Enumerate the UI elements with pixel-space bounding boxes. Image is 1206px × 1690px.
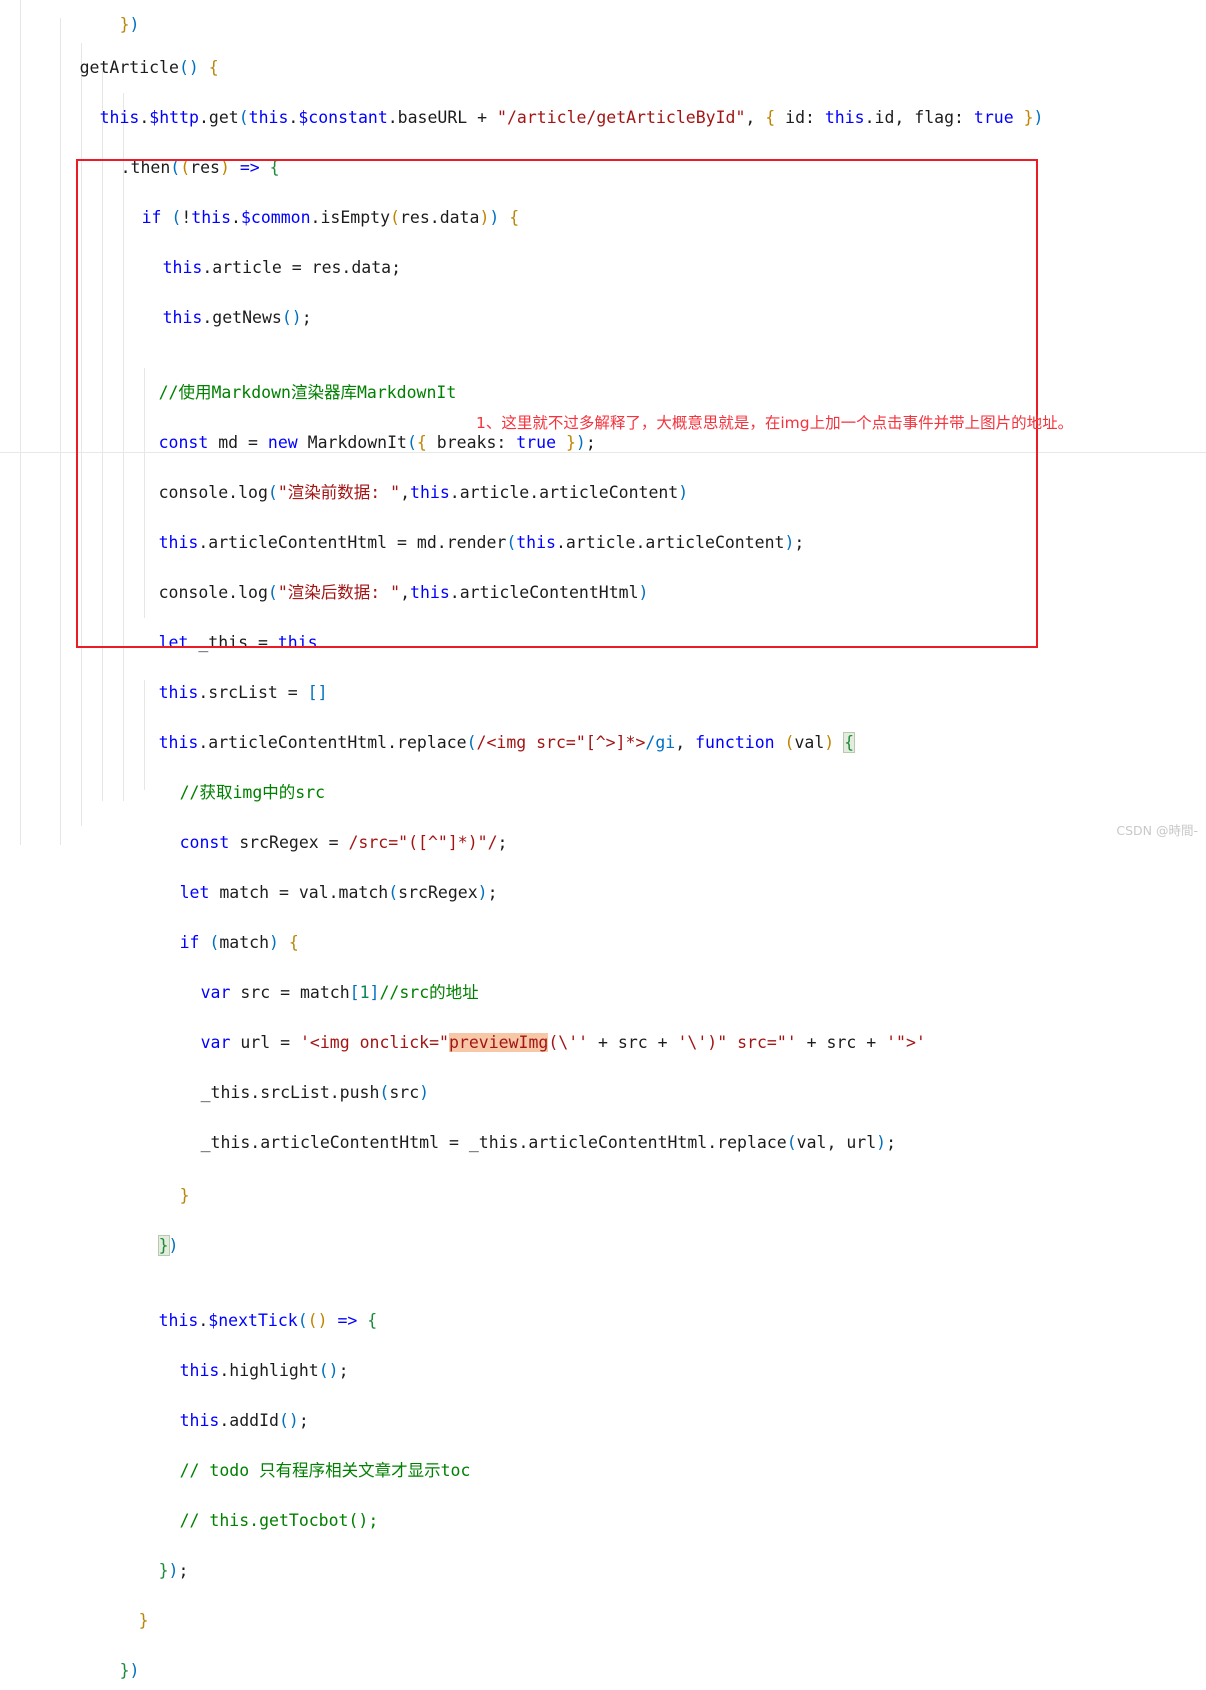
code-line: this.articleContentHtml = md.render(this… [158,533,805,552]
code-line: //使用Markdown渲染器库MarkdownIt [158,383,457,402]
code-line: this.article = res.data; [162,258,402,277]
code-line: } [138,1611,149,1630]
code-line: }) [119,15,140,34]
code-line: this.articleContentHtml.replace(/<img sr… [158,732,856,753]
code-line: this.getNews(); [162,308,312,327]
code-editor-canvas: }) getArticle() { this.$http.get(this.$c… [0,0,1206,1680]
code-line: this.addId(); [179,1411,309,1430]
code-line: var url = '<img onclick="previewImg(\'' … [200,1033,926,1052]
code-line: this.$http.get(this.$constant.baseURL + … [99,108,1044,127]
code-line: //获取img中的src [179,783,326,802]
code-line: }) [119,1661,140,1680]
code-line: // this.getTocbot(); [179,1511,379,1530]
code-line: this.highlight(); [179,1361,349,1380]
code-line: let match = val.match(srcRegex); [179,883,498,902]
csdn-watermark: CSDN @時間- [1116,823,1198,838]
code-line: this.$nextTick(() => { [158,1311,378,1330]
code-line: _this.srcList.push(src) [200,1083,430,1102]
code-line: getArticle() { [79,58,219,77]
code-line: var src = match[1]//src的地址 [200,983,479,1002]
code-line: } [179,1186,190,1205]
code-line: console.log("渲染后数据: ",this.articleConten… [158,583,649,602]
code-line: _this.articleContentHtml = _this.article… [200,1133,897,1152]
code-line: this.srcList = [] [158,683,328,702]
code-line: // todo 只有程序相关文章才显示toc [179,1461,471,1480]
code-line: }) [157,1235,179,1256]
code-line: const srcRegex = /src="([^"]*)"/; [179,833,508,852]
highlighted-token: previewImg [448,1033,549,1052]
code-line: if (!this.$common.isEmpty(res.data)) { [141,208,520,227]
annotation-text: 1、这里就不过多解释了，大概意思就是，在img上加一个点击事件并带上图片的地址。 [476,414,1074,432]
code-line: console.log("渲染前数据: ",this.article.artic… [158,483,689,502]
code-line: }); [158,1561,189,1580]
code-line: .then((res) => { [120,158,280,177]
code-line: let _this = this [158,633,318,652]
code-line: if (match) { [179,933,299,952]
